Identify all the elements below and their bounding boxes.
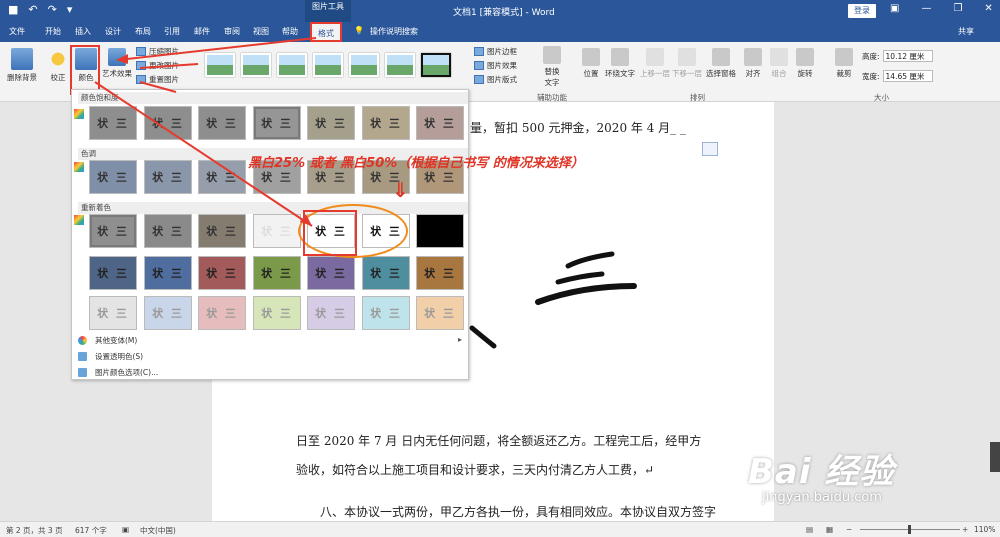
page-count[interactable]: 第 2 页，共 3 页	[6, 525, 63, 536]
side-panel-tab[interactable]	[990, 442, 1000, 472]
zoom-in-icon[interactable]: +	[962, 525, 968, 534]
arrow-to-swatch	[94, 81, 313, 227]
arrow-to-format-tab	[117, 37, 317, 61]
zoom-level[interactable]: 110%	[974, 525, 995, 534]
proofing-icon[interactable]: ▣	[122, 525, 129, 534]
baidu-watermark: Bai 经验	[748, 452, 895, 492]
arrow-head	[116, 54, 128, 64]
arrow-head	[300, 214, 312, 226]
arrow-to-ribbon	[139, 63, 199, 69]
print-layout-icon[interactable]: ▦	[826, 525, 833, 534]
arrow-to-ribbon	[139, 81, 177, 93]
status-bar: 第 2 页，共 3 页 617 个字 ▣ 中文(中国) ▤ ▦ − + 110%	[0, 521, 1000, 537]
zoom-out-icon[interactable]: −	[846, 525, 852, 534]
language[interactable]: 中文(中国)	[140, 525, 176, 536]
read-mode-icon[interactable]: ▤	[806, 525, 813, 534]
word-count[interactable]: 617 个字	[75, 525, 107, 536]
zoom-thumb[interactable]	[908, 525, 911, 534]
baidu-watermark-url: jingyan.baidu.com	[762, 490, 882, 505]
